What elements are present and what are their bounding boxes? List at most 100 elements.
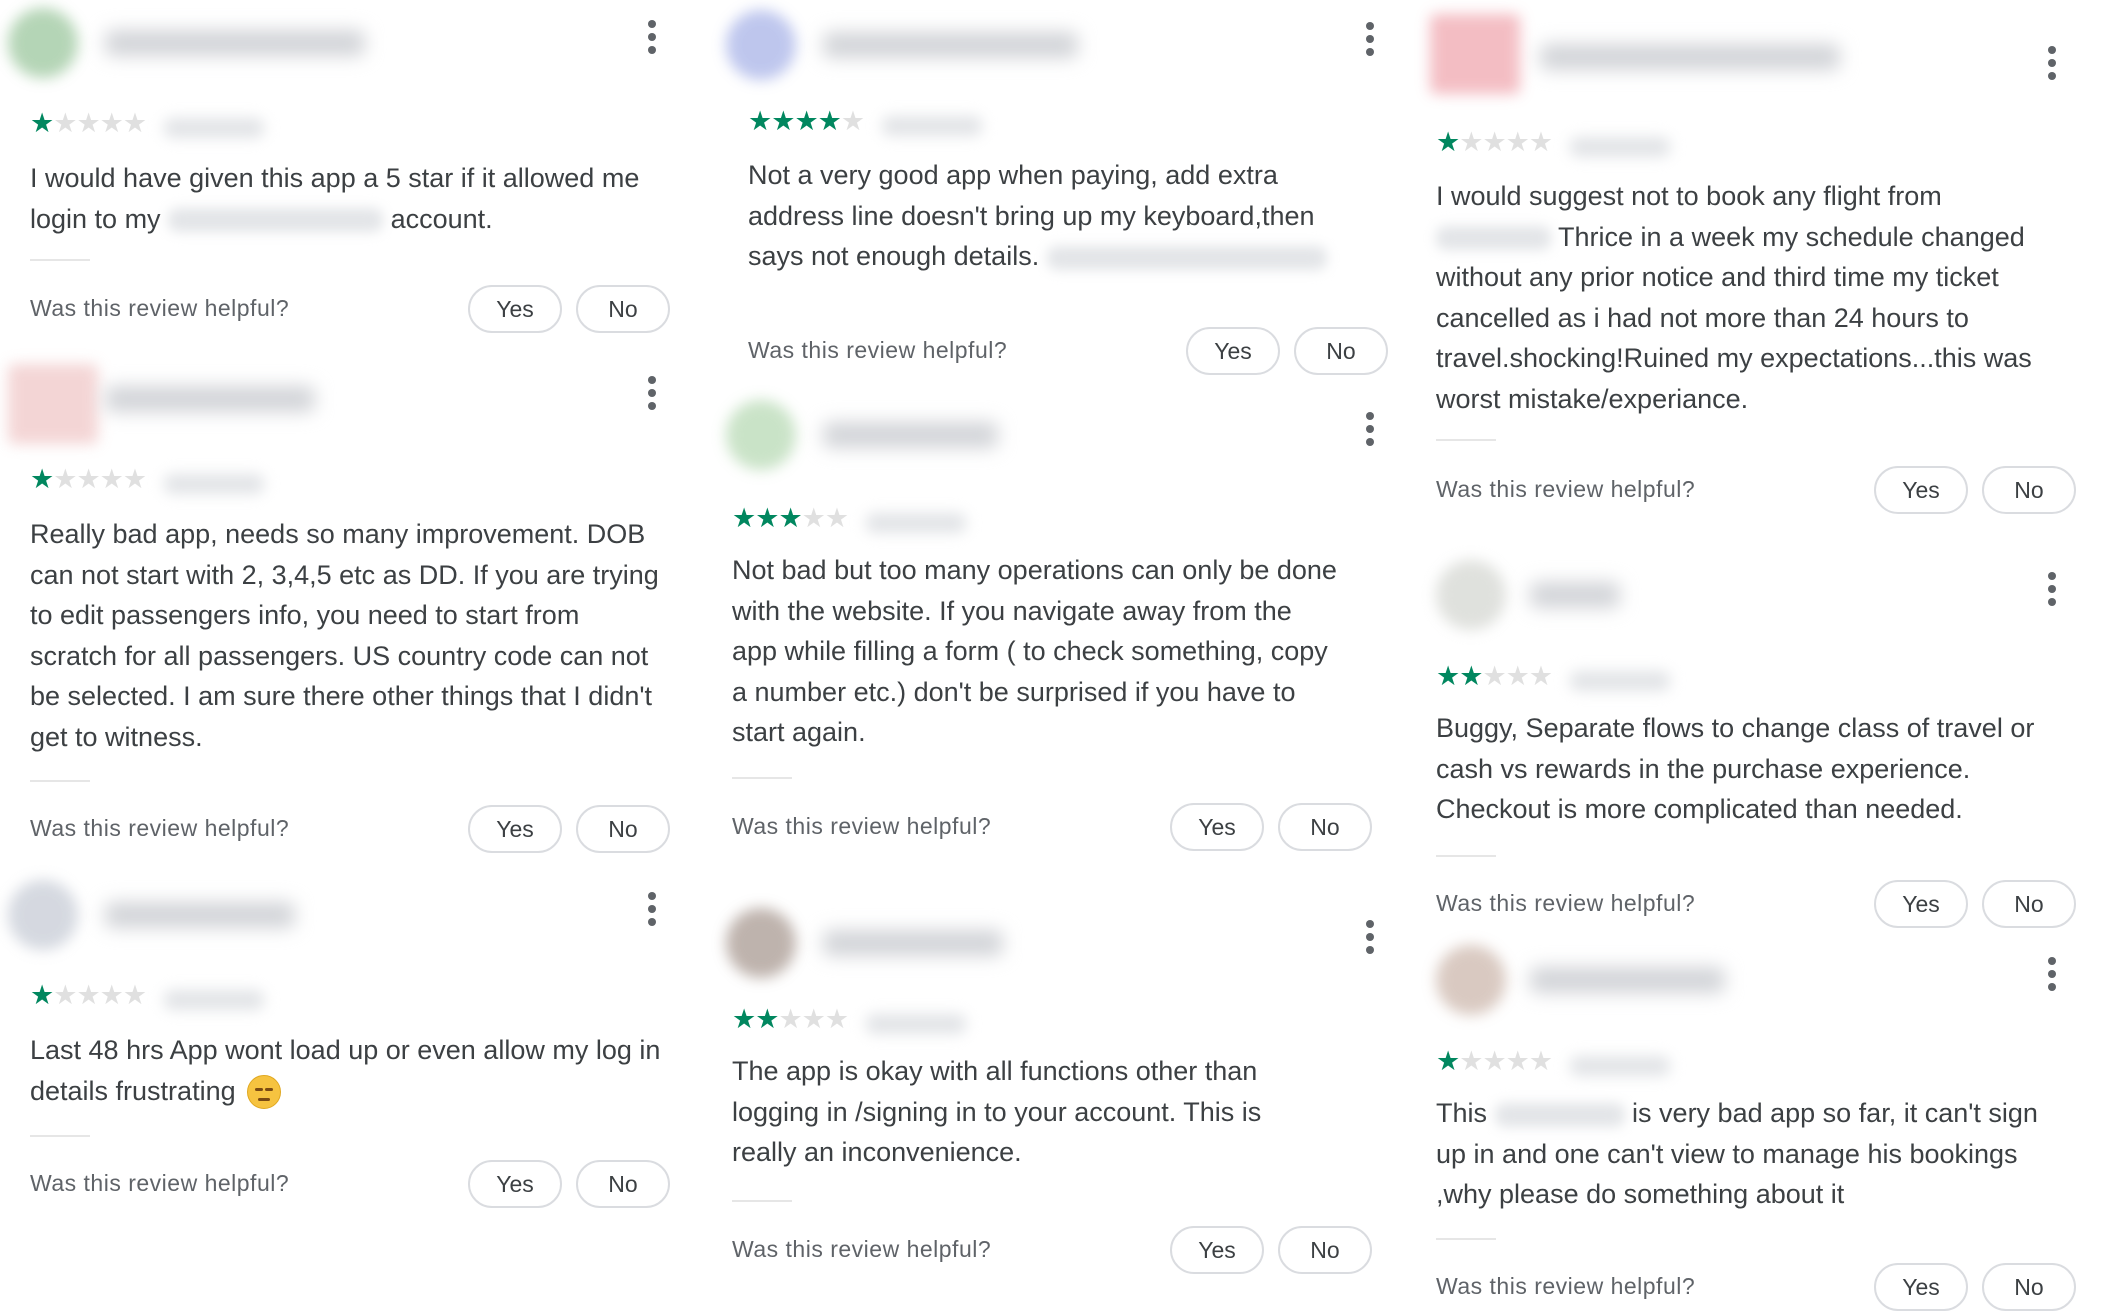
- helpful-yes-button[interactable]: Yes: [468, 805, 562, 853]
- reviewer-name-redacted: [105, 30, 365, 56]
- star-icon: ★: [1528, 1046, 1553, 1077]
- helpful-no-button[interactable]: No: [1982, 880, 2076, 928]
- star-icon: ★: [53, 464, 77, 495]
- star-icon: ★: [1528, 127, 1553, 158]
- review-text-part: Last 48 hrs App wont load up or even all…: [30, 1035, 661, 1106]
- star-icon: ★: [1505, 127, 1530, 158]
- review-text: Not bad but too many operations can only…: [732, 555, 1337, 747]
- helpful-row: Was this review helpful? Yes No: [30, 1160, 670, 1208]
- helpful-no-button[interactable]: No: [1278, 803, 1372, 851]
- star-icon: ★: [817, 106, 842, 137]
- helpful-no-button[interactable]: No: [1982, 1263, 2076, 1311]
- star-rating: ★★★★★: [30, 464, 265, 495]
- helpful-yes-button[interactable]: Yes: [1874, 880, 1968, 928]
- redacted-text: [1494, 1102, 1625, 1127]
- helpful-question: Was this review helpful?: [30, 815, 290, 841]
- helpful-yes-button[interactable]: Yes: [1874, 466, 1968, 514]
- redacted-text: [168, 208, 384, 233]
- review-header: [0, 8, 680, 88]
- star-icon: ★: [1459, 1046, 1483, 1077]
- helpful-no-button[interactable]: No: [576, 285, 670, 333]
- redacted-text: [1436, 226, 1551, 251]
- review-header: [718, 908, 1398, 988]
- review-text: I would suggest not to book any flight f…: [1436, 176, 2056, 419]
- helpful-no-button[interactable]: No: [1294, 327, 1388, 375]
- review-date-redacted: [164, 117, 265, 138]
- review-date-redacted: [866, 512, 967, 533]
- divider: [1436, 1238, 1496, 1240]
- star-icon: ★: [122, 108, 147, 139]
- more-options-icon[interactable]: [1364, 412, 1376, 452]
- more-options-icon[interactable]: [2046, 957, 2058, 997]
- helpful-no-button[interactable]: No: [576, 1160, 670, 1208]
- more-options-icon[interactable]: [2046, 572, 2058, 612]
- review-header: [0, 880, 680, 960]
- avatar: [726, 400, 796, 470]
- helpful-yes-button[interactable]: Yes: [1170, 803, 1264, 851]
- divider: [732, 1200, 792, 1202]
- star-rating: ★★★★★: [1436, 127, 1671, 158]
- helpful-row: Was this review helpful? Yes No: [732, 803, 1372, 851]
- star-icon: ★: [1436, 1046, 1460, 1077]
- divider: [1436, 855, 1496, 857]
- reviewer-name-redacted: [1530, 967, 1725, 993]
- star-icon: ★: [801, 1004, 826, 1035]
- helpful-no-button[interactable]: No: [1278, 1226, 1372, 1274]
- star-icon: ★: [30, 108, 54, 139]
- helpful-row: Was this review helpful? Yes No: [30, 805, 670, 853]
- review-text-part: This: [1436, 1098, 1488, 1128]
- more-options-icon[interactable]: [646, 20, 658, 60]
- review-text: The app is okay with all functions other…: [732, 1056, 1262, 1167]
- star-icon: ★: [1482, 661, 1506, 692]
- star-icon: ★: [99, 980, 124, 1011]
- helpful-no-button[interactable]: No: [576, 805, 670, 853]
- review-text: Really bad app, needs so many improvemen…: [30, 519, 659, 752]
- divider: [732, 777, 792, 779]
- helpful-yes-button[interactable]: Yes: [1874, 1263, 1968, 1311]
- pensive-face-emoji-icon: [247, 1075, 282, 1110]
- reviewer-name-redacted: [105, 902, 295, 928]
- review-text: This is very bad app so far, it can't si…: [1436, 1093, 2046, 1215]
- star-icon: ★: [824, 503, 849, 534]
- helpful-yes-button[interactable]: Yes: [1170, 1226, 1264, 1274]
- star-icon: ★: [1505, 1046, 1530, 1077]
- more-options-icon[interactable]: [2046, 46, 2058, 86]
- divider: [30, 780, 90, 782]
- star-icon: ★: [824, 1004, 849, 1035]
- helpful-yes-button[interactable]: Yes: [468, 285, 562, 333]
- redacted-text: [1046, 245, 1327, 270]
- helpful-no-button[interactable]: No: [1982, 466, 2076, 514]
- avatar: [1430, 14, 1520, 94]
- star-rating: ★★★★★: [732, 1004, 967, 1035]
- star-icon: ★: [778, 1004, 802, 1035]
- star-icon: ★: [30, 464, 54, 495]
- star-icon: ★: [1482, 127, 1506, 158]
- star-icon: ★: [840, 106, 865, 137]
- star-icon: ★: [53, 980, 77, 1011]
- more-options-icon[interactable]: [646, 892, 658, 932]
- review-date-redacted: [866, 1013, 967, 1034]
- star-icon: ★: [99, 108, 124, 139]
- helpful-question: Was this review helpful?: [732, 1236, 992, 1262]
- review-text: I would have given this app a 5 star if …: [30, 158, 680, 239]
- avatar: [1436, 945, 1506, 1015]
- review-text-part: Thrice in a week my schedule changed wit…: [1436, 221, 2032, 414]
- more-options-icon[interactable]: [646, 376, 658, 416]
- more-options-icon[interactable]: [1364, 22, 1376, 62]
- star-icon: ★: [778, 503, 802, 534]
- review-header: [1400, 560, 2080, 640]
- avatar: [8, 8, 78, 78]
- review-header: [1400, 945, 2080, 1025]
- more-options-icon[interactable]: [1364, 920, 1376, 960]
- star-icon: ★: [1459, 661, 1483, 692]
- star-icon: ★: [122, 980, 147, 1011]
- star-icon: ★: [732, 1004, 756, 1035]
- star-icon: ★: [1505, 661, 1530, 692]
- helpful-yes-button[interactable]: Yes: [1186, 327, 1280, 375]
- helpful-question: Was this review helpful?: [1436, 476, 1696, 502]
- helpful-yes-button[interactable]: Yes: [468, 1160, 562, 1208]
- review-header: [718, 400, 1398, 480]
- helpful-question: Was this review helpful?: [732, 813, 992, 839]
- divider: [30, 259, 90, 261]
- reviewer-name-redacted: [823, 32, 1078, 58]
